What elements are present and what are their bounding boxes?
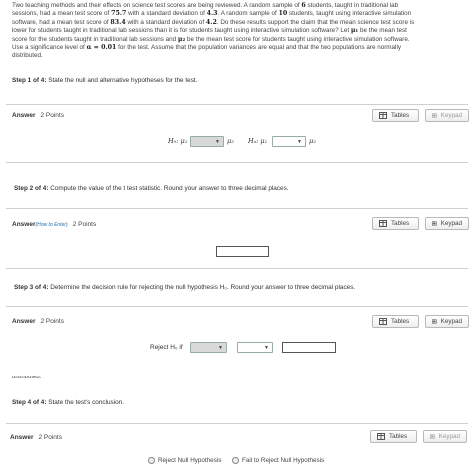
chevron-down-icon: ▼ — [297, 138, 302, 145]
null-hypothesis-label: H₀: μ₁ — [168, 137, 188, 145]
keypad-button[interactable]: Keypad — [425, 217, 469, 230]
answer-3-label: Answer 2 Points — [12, 318, 64, 325]
chevron-down-icon: ▼ — [218, 344, 223, 351]
alt-hypothesis-rhs: μ₂ — [309, 137, 316, 145]
step-2-title: Step 2 of 4: Compute the value of the t … — [14, 185, 289, 192]
tables-button[interactable]: Tables — [372, 315, 419, 328]
reject-rule-operator-select[interactable]: ▼ — [237, 342, 273, 353]
divider — [6, 208, 468, 209]
keypad-icon — [430, 434, 435, 439]
reject-null-option[interactable]: Reject Null Hypothesis — [148, 457, 221, 464]
alt-hypothesis-operator-select[interactable]: ▼ — [272, 136, 306, 147]
chevron-down-icon: ▼ — [264, 344, 269, 351]
problem-statement: Two teaching methods and their effects o… — [12, 2, 415, 60]
reject-rule-label: Reject H₀ if — [150, 344, 183, 351]
divider — [6, 268, 468, 269]
answer-2-label: Answer(How to Enter) 2 Points — [12, 221, 97, 228]
table-icon — [379, 112, 387, 119]
critical-value-input[interactable] — [282, 342, 336, 353]
keypad-icon — [432, 221, 437, 226]
step-1-title: Step 1 of 4: State the null and alternat… — [12, 77, 198, 84]
t-statistic-input[interactable] — [216, 246, 269, 257]
null-hypothesis-rhs: μ₂ — [227, 137, 234, 145]
keypad-button[interactable]: Keypad — [423, 430, 467, 443]
step-3-title: Step 3 of 4: Determine the decision rule… — [14, 284, 356, 291]
table-icon — [379, 220, 387, 227]
keypad-button[interactable]: Keypad — [425, 109, 469, 122]
step-4-title: Step 4 of 4: State the test's conclusion… — [12, 399, 125, 406]
tables-button[interactable]: Tables — [372, 109, 419, 122]
reject-rule-statistic-select[interactable]: ▼ — [190, 342, 227, 353]
tables-button[interactable]: Tables — [370, 430, 417, 443]
radio-button-icon — [232, 457, 239, 464]
divider — [6, 162, 468, 163]
divider — [6, 104, 468, 105]
alt-hypothesis-label: Hₐ: μ₁ — [248, 137, 268, 145]
how-to-enter-link[interactable]: (How to Enter) — [35, 222, 67, 228]
table-icon — [377, 433, 385, 440]
divider — [6, 306, 468, 307]
answer-1-label: Answer 2 Points — [12, 112, 64, 119]
keypad-icon — [432, 113, 437, 118]
table-icon — [379, 318, 387, 325]
keypad-icon — [432, 319, 437, 324]
divider — [6, 423, 468, 424]
keypad-button[interactable]: Keypad — [425, 315, 469, 328]
fail-to-reject-null-option[interactable]: Fail to Reject Null Hypothesis — [232, 457, 324, 464]
null-hypothesis-operator-select[interactable]: ▼ — [190, 136, 224, 147]
answer-4-label: Answer 2 Points — [10, 434, 62, 441]
radio-button-icon — [148, 457, 155, 464]
chevron-down-icon: ▼ — [215, 138, 220, 145]
tables-button[interactable]: Tables — [372, 217, 419, 230]
cutoff-text-fragment: distributed. — [12, 376, 42, 380]
